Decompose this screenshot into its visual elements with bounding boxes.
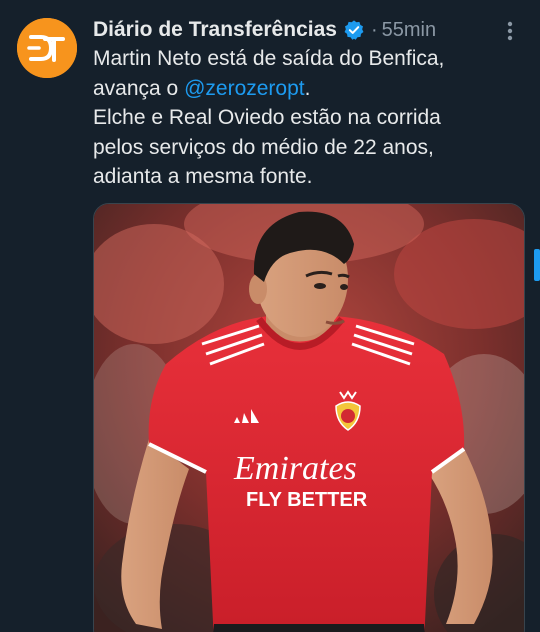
jersey-sponsor-line1: Emirates <box>233 450 357 487</box>
header-separator: · <box>370 18 378 41</box>
tweet-media-photo[interactable]: Emirates FLY BETTER <box>93 203 525 632</box>
tweet-timestamp[interactable]: 55min <box>382 19 436 42</box>
tweet-header: Diário de Transferências · 55min <box>93 14 436 46</box>
tweet-text: Martin Neto está de saída do Benfica, av… <box>93 44 513 192</box>
author-name[interactable]: Diário de Transferências <box>93 18 337 42</box>
tweet-text-fragment: avança o <box>93 76 185 100</box>
diario-transferencias-logo-icon <box>17 18 77 78</box>
jersey-sponsor-line2: FLY BETTER <box>246 489 368 511</box>
author-avatar[interactable] <box>17 18 77 78</box>
verified-badge-icon[interactable] <box>343 19 365 41</box>
tweet-text-line: Elche e Real Oviedo estão na corrida <box>93 106 441 129</box>
scrollbar-thumb[interactable] <box>534 249 540 281</box>
tweet-text-fragment: . <box>304 76 311 100</box>
tweet-text-line: Martin Neto está de saída do Benfica, <box>93 47 445 70</box>
tweet-card[interactable]: Diário de Transferências · 55min Martin … <box>0 0 540 632</box>
player-photo: Emirates FLY BETTER <box>94 204 524 632</box>
more-options-button[interactable] <box>500 18 520 44</box>
tweet-text-line: avança o @zerozeropt. <box>93 74 513 104</box>
more-options-icon <box>507 21 513 41</box>
tweet-text-line: adianta a mesma fonte. <box>93 165 313 188</box>
mention-link[interactable]: @zerozeropt <box>184 77 305 100</box>
tweet-text-line: pelos serviços do médio de 22 anos, <box>93 135 434 159</box>
